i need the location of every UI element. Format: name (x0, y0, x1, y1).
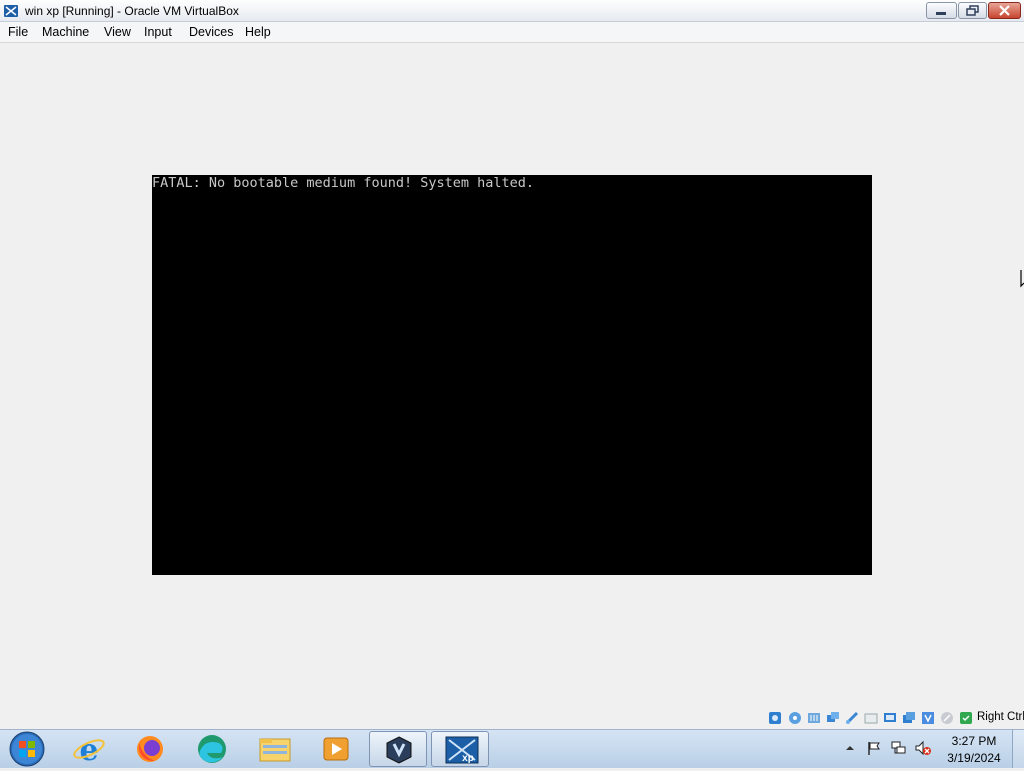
vm-display[interactable]: FATAL: No bootable medium found! System … (152, 175, 872, 575)
mouse-integration-icon[interactable] (940, 711, 954, 725)
clock-date[interactable]: 3/19/2024 (940, 751, 1008, 765)
menu-view[interactable]: View (104, 25, 131, 39)
close-button[interactable] (988, 2, 1021, 19)
virtualization-icon[interactable] (921, 711, 935, 725)
network-tray-icon[interactable] (891, 740, 907, 756)
clock-time[interactable]: 3:27 PM (940, 734, 1008, 748)
menu-help[interactable]: Help (245, 25, 271, 39)
show-desktop-button[interactable] (1012, 730, 1024, 768)
taskbar-media-player[interactable] (307, 731, 365, 767)
taskbar-firefox[interactable] (121, 731, 179, 767)
show-hidden-icons-icon[interactable] (845, 742, 855, 752)
video-capture-icon[interactable] (902, 711, 916, 725)
display-icon[interactable] (883, 711, 897, 725)
volume-muted-icon[interactable] (915, 740, 931, 756)
optical-drive-icon[interactable] (788, 711, 802, 725)
taskbar-internet-explorer[interactable]: e (60, 731, 118, 767)
window-title: win xp [Running] - Oracle VM VirtualBox (25, 4, 239, 18)
mouse-pointer-icon (1019, 270, 1024, 290)
action-center-flag-icon[interactable] (866, 740, 882, 756)
network-icon[interactable] (826, 711, 840, 725)
windows-start-orb-icon[interactable] (5, 730, 49, 768)
hard-disk-icon[interactable] (768, 711, 782, 725)
taskbar-virtualbox-manager[interactable] (369, 731, 427, 767)
menu-file[interactable]: File (8, 25, 28, 39)
keyboard-icon[interactable] (959, 711, 973, 725)
menu-devices[interactable]: Devices (189, 25, 233, 39)
usb-icon[interactable] (845, 711, 859, 725)
taskbar-edge[interactable] (183, 731, 241, 767)
svg-text:xp: xp (462, 753, 474, 764)
menu-input[interactable]: Input (144, 25, 172, 39)
boot-error-message: FATAL: No bootable medium found! System … (152, 175, 535, 191)
restore-button[interactable] (958, 2, 987, 19)
virtualbox-icon (3, 3, 19, 19)
title-bar[interactable]: win xp [Running] - Oracle VM VirtualBox (0, 0, 1024, 22)
taskbar-file-explorer[interactable] (245, 731, 303, 767)
audio-icon[interactable] (807, 711, 821, 725)
host-key-label: Right Ctrl (977, 711, 1024, 723)
shared-folder-icon[interactable] (864, 711, 878, 725)
taskbar-virtualbox-vm-xp[interactable]: xp (431, 731, 489, 767)
menu-machine[interactable]: Machine (42, 25, 89, 39)
menu-bar: File Machine View Input Devices Help (0, 22, 1024, 43)
minimize-button[interactable] (926, 2, 957, 19)
svg-text:e: e (79, 733, 98, 767)
